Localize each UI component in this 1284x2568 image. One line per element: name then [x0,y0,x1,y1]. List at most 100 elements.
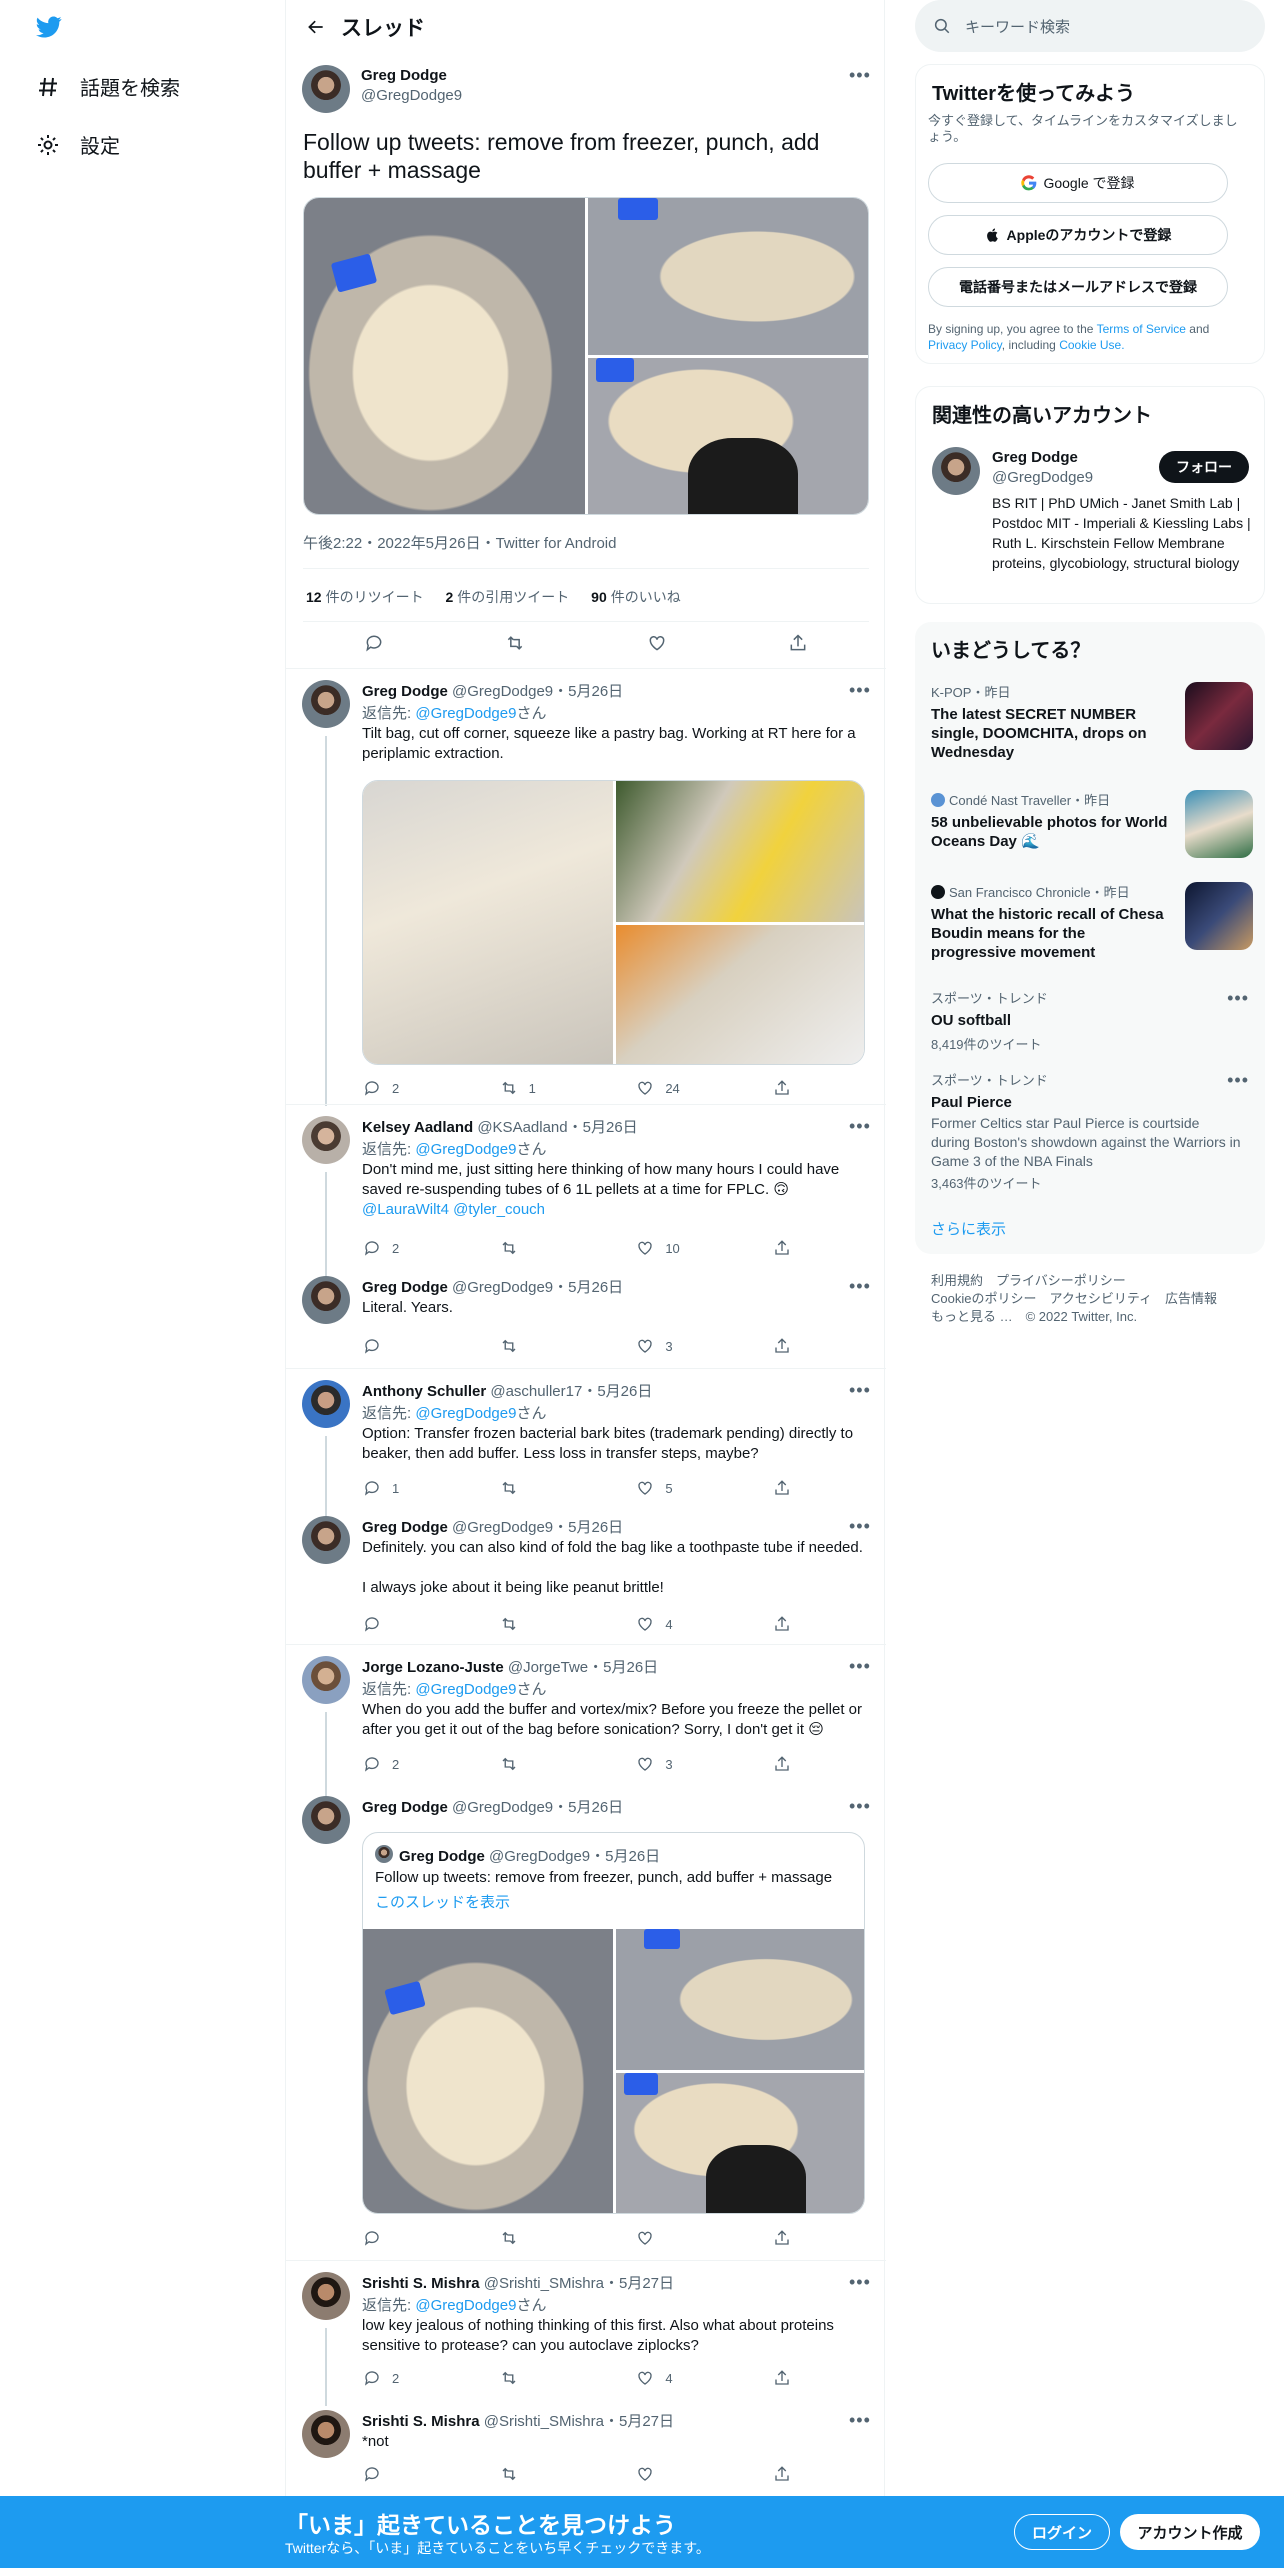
reply-button[interactable] [362,2228,422,2248]
google-signup-button[interactable]: Google で登録 [928,163,1228,203]
media-image[interactable] [588,358,868,514]
footer-links[interactable]: 利用規約 プライバシーポリシー Cookieのポリシー アクセシビリティ 広告情… [931,1272,1217,1326]
reply-button[interactable] [362,1614,422,1634]
follow-button[interactable]: フォロー [1159,451,1249,483]
avatar[interactable] [302,2272,350,2320]
reply-tweet[interactable]: Greg Dodge @GregDodge9・5月26日 ••• Greg Do… [286,1784,886,2260]
share-button[interactable] [772,1078,792,1098]
media-image[interactable] [588,198,868,355]
share-button[interactable] [772,2368,792,2388]
relevant-name[interactable]: Greg Dodge [992,449,1078,466]
share-button[interactable] [772,1336,792,1356]
like-button[interactable]: 3 [635,1336,695,1356]
mention-link[interactable]: @GregDodge9 [415,1141,516,1158]
reply-tweet[interactable]: Srishti S. Mishra @Srishti_SMishra・5月27日… [286,2398,886,2496]
like-button[interactable]: 4 [635,2368,695,2388]
like-button[interactable]: 5 [635,1478,695,1498]
like-button[interactable]: 24 [635,1078,695,1098]
quote-stat[interactable]: 2 件の引用ツイート [445,589,569,605]
reply-button[interactable]: 2 [362,1754,422,1774]
share-button[interactable] [772,1478,792,1498]
retweet-button[interactable] [499,2228,559,2248]
mention-link[interactable]: @GregDodge9 [415,705,516,722]
more-icon[interactable]: ••• [849,1796,871,1817]
share-button[interactable] [772,2464,792,2484]
search-bar[interactable]: キーワード検索 [915,0,1265,52]
nav-settings[interactable]: 設定 [36,130,120,159]
media-grid[interactable] [362,780,865,1065]
trend-item[interactable]: K-POP・昨日 The latest SECRET NUMBER single… [931,682,1253,762]
reply-icon[interactable] [364,633,384,653]
share-button[interactable] [772,1238,792,1258]
media-image[interactable] [616,1929,864,2070]
media-image[interactable] [363,1929,613,2213]
signup-button[interactable]: アカウント作成 [1120,2514,1260,2550]
reply-button[interactable]: 2 [362,1078,422,1098]
back-button[interactable] [301,12,331,42]
reply-tweet[interactable]: Greg Dodge @GregDodge9・5月26日 ••• Literal… [286,1264,886,1368]
nav-explore[interactable]: 話題を検索 [36,72,180,101]
twitter-logo-icon[interactable] [34,14,64,40]
tweet-timestamp[interactable]: 午後2:22・2022年5月26日・Twitter for Android [303,532,616,553]
retweet-icon[interactable] [505,633,525,653]
avatar[interactable] [932,447,980,495]
reply-tweet[interactable]: Jorge Lozano-Juste @JorgeTwe・5月26日 ••• 返… [286,1644,886,1784]
more-icon[interactable]: ••• [849,2410,871,2431]
author-handle[interactable]: @GregDodge9 [361,87,462,104]
mention-link[interactable]: @GregDodge9 [415,2297,516,2314]
reply-tweet[interactable]: Anthony Schuller @aschuller17・5月26日 ••• … [286,1368,886,1504]
more-icon[interactable]: ••• [849,2272,871,2293]
retweet-button[interactable] [499,1238,559,1258]
retweet-button[interactable] [499,1478,559,1498]
more-icon[interactable]: ••• [849,680,871,701]
share-icon[interactable] [788,633,808,653]
media-image[interactable] [616,2073,864,2213]
share-button[interactable] [772,1754,792,1774]
share-button[interactable] [772,2228,792,2248]
media-image[interactable] [363,781,613,1064]
relevant-handle[interactable]: @GregDodge9 [992,469,1093,486]
reply-button[interactable]: 2 [362,2368,422,2388]
reply-tweet[interactable]: Greg Dodge @GregDodge9・5月26日 ••• Definit… [286,1504,886,1644]
like-button[interactable]: 4 [635,1614,695,1634]
trend-item[interactable]: スポーツ・トレンド Paul Pierce Former Celtics sta… [931,1070,1249,1191]
more-icon[interactable]: ••• [1227,1070,1249,1091]
retweet-button[interactable] [499,2464,559,2484]
avatar[interactable] [302,1656,350,1704]
mention-link[interactable]: @GregDodge9 [415,1681,516,1698]
reply-button[interactable] [362,2464,422,2484]
avatar[interactable] [302,1116,350,1164]
reply-tweet[interactable]: Greg Dodge @GregDodge9・5月26日 ••• 返信先: @G… [286,668,886,1104]
show-thread-link[interactable]: このスレッドを表示 [375,1891,510,1912]
apple-signup-button[interactable]: Appleのアカウントで登録 [928,215,1228,255]
login-button[interactable]: ログイン [1014,2514,1110,2550]
media-image[interactable] [616,781,864,922]
share-button[interactable] [772,1614,792,1634]
media-image[interactable] [304,198,585,514]
media-image[interactable] [616,925,864,1064]
trend-item[interactable]: Condé Nast Traveller・昨日 58 unbelievable … [931,790,1253,862]
avatar[interactable] [302,1516,350,1564]
like-button[interactable] [635,2464,695,2484]
retweet-button[interactable] [499,1614,559,1634]
media-grid[interactable] [303,197,869,515]
avatar[interactable] [302,1380,350,1428]
reply-tweet[interactable]: Kelsey Aadland @KSAadland・5月26日 ••• 返信先:… [286,1104,886,1264]
retweet-button[interactable] [499,1754,559,1774]
quoted-tweet[interactable]: Greg Dodge @GregDodge9・5月26日 Follow up t… [362,1832,865,2214]
retweet-stat[interactable]: 12 件のリツイート [306,589,424,605]
more-icon[interactable]: ••• [849,1116,871,1137]
more-icon[interactable]: ••• [849,1656,871,1677]
like-button[interactable]: 10 [635,1238,695,1258]
avatar[interactable] [302,1796,350,1844]
trend-item[interactable]: San Francisco Chronicle・昨日 What the hist… [931,882,1253,962]
more-icon[interactable]: ••• [849,65,871,86]
avatar[interactable] [302,2410,350,2458]
reply-button[interactable]: 2 [362,1238,422,1258]
show-more-link[interactable]: さらに表示 [931,1218,1006,1239]
like-stat[interactable]: 90 件のいいね [591,589,681,605]
like-icon[interactable] [647,633,667,653]
more-icon[interactable]: ••• [1227,988,1249,1009]
more-icon[interactable]: ••• [849,1516,871,1537]
like-button[interactable]: 3 [635,1754,695,1774]
